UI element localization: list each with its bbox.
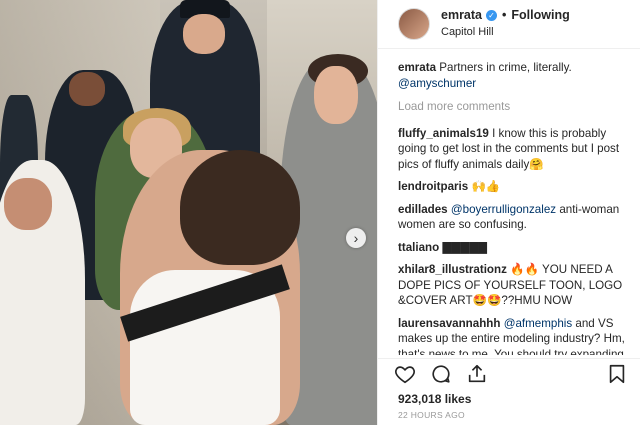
comment-item: lendroitparis 🙌👍 (398, 179, 628, 195)
comment-text: ▇▇▇▇▇ (442, 240, 488, 254)
header-top-row: emrata ✓ • Following (441, 8, 570, 23)
photo-face (4, 178, 52, 230)
caption: emrata Partners in crime, literally. @am… (398, 60, 628, 91)
caption-username[interactable]: emrata (398, 61, 436, 74)
comment-item: edillades @boyerrulligonzalez anti-woman… (398, 202, 628, 233)
photo-face (69, 72, 105, 106)
comment-username[interactable]: ttaliano (398, 241, 439, 254)
location-link[interactable]: Capitol Hill (441, 25, 570, 40)
photo-face (314, 66, 358, 124)
caption-mention[interactable]: @amyschumer (398, 77, 476, 90)
photo-face (183, 14, 225, 54)
caption-text: Partners in crime, literally. (439, 61, 572, 74)
post-sidebar: emrata ✓ • Following Capitol Hill emrata… (377, 0, 640, 425)
comment-username[interactable]: laurensavannahhh (398, 317, 500, 330)
comment-item: ttaliano ▇▇▇▇▇ (398, 240, 628, 256)
comment-text: 🙌👍 (471, 180, 501, 193)
comment-username[interactable]: xhilar8_illustrationz (398, 263, 507, 276)
avatar[interactable] (398, 8, 430, 40)
comment-mention[interactable]: @boyerrulligonzalez (451, 203, 556, 216)
comment-item: laurensavannahhh @afmemphis and VS makes… (398, 316, 628, 356)
comment-icon[interactable] (430, 363, 452, 385)
header-text: emrata ✓ • Following Capitol Hill (441, 8, 570, 40)
likes-count[interactable]: 923,018 likes (398, 392, 471, 406)
post-header: emrata ✓ • Following Capitol Hill (378, 0, 640, 49)
load-more-comments-button[interactable]: Load more comments (398, 99, 628, 115)
post-photo[interactable]: › (0, 0, 377, 425)
post-timestamp[interactable]: 22 HOURS AGO (398, 410, 465, 420)
comment-username[interactable]: lendroitparis (398, 180, 468, 193)
verified-badge-icon: ✓ (486, 10, 497, 21)
following-button[interactable]: Following (511, 8, 569, 23)
chevron-right-icon[interactable]: › (346, 228, 366, 248)
photo-figure-woman-front (120, 150, 300, 425)
comment-username[interactable]: edillades (398, 203, 448, 216)
photo-figure-woman-left (0, 160, 85, 425)
photo-hair (180, 150, 300, 265)
action-bar (378, 358, 640, 389)
comment-item: xhilar8_illustrationz 🔥🔥 YOU NEED A DOPE… (398, 262, 628, 309)
comment-mention[interactable]: @afmemphis (504, 317, 572, 330)
header-username[interactable]: emrata (441, 8, 482, 23)
bookmark-icon[interactable] (606, 363, 628, 385)
heart-icon[interactable] (394, 363, 416, 385)
comment-username[interactable]: fluffy_animals19 (398, 127, 489, 140)
share-icon[interactable] (466, 363, 488, 385)
comment-item: fluffy_animals19 I know this is probably… (398, 126, 628, 173)
comments-list: emrata Partners in crime, literally. @am… (398, 60, 628, 355)
instagram-post: › emrata ✓ • Following Capitol Hill emra… (0, 0, 640, 425)
header-separator: • (502, 8, 507, 22)
